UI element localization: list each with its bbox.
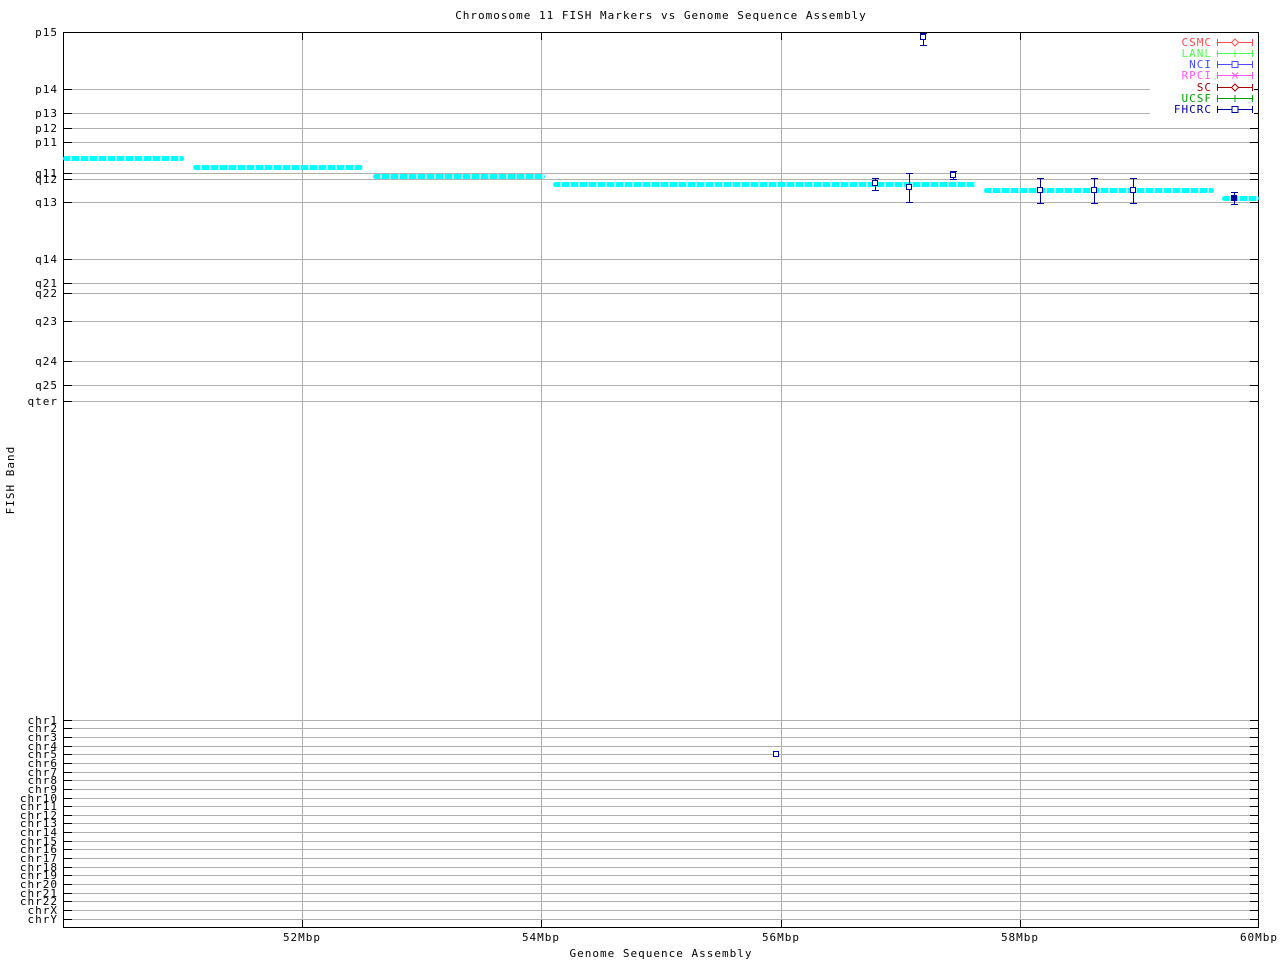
error-bar-cap [1130,203,1137,204]
legend-label: FHCRC [1173,103,1212,117]
fish-marker-point [1037,187,1043,193]
fish-marker-point [773,751,779,757]
band-segment [373,174,545,179]
fish-marker-point [1231,195,1237,201]
band-segment [984,188,1214,193]
band-segment [1222,196,1259,201]
error-bar-cap [872,178,879,179]
fish-marker-point [1091,187,1097,193]
error-bar-cap [906,173,913,174]
cross-errorbar-sample-icon [1217,72,1253,80]
error-bar-cap [872,190,879,191]
fish-marker-chart: Chromosome 11 FISH Markers vs Genome Seq… [0,0,1280,960]
band-segment [553,182,976,187]
error-bar-cap [1091,203,1098,204]
legend: CSMC LANL NCI RPCI SC UCSF FHCRC [1150,34,1254,118]
fish-marker-point [920,34,926,40]
legend-row-fhcrc: FHCRC [1150,104,1254,115]
x-axis-label: Genome Sequence Assembly [569,947,753,960]
band-segment [63,156,184,161]
diamond-open-errorbar-sample-icon [1217,83,1253,92]
error-bar-cap [1130,178,1137,179]
tick-errorbar-sample-icon [1217,49,1253,57]
square-open-errorbar-sample-icon [1217,61,1253,69]
legend-row-rpci: RPCI [1150,70,1254,81]
fish-marker-point [950,172,956,178]
error-bar-cap [1037,203,1044,204]
band-segment [193,165,363,170]
legend-row-csmc: CSMC [1150,37,1254,48]
error-bar-cap [1091,178,1098,179]
error-bar-cap [1231,204,1238,205]
diamond-open-errorbar-sample-icon [1217,37,1253,47]
tick-errorbar-sample-icon [1217,95,1253,103]
square-open-errorbar-sample-icon [1217,106,1253,114]
legend-label: CSMC [1181,35,1212,49]
legend-label: RPCI [1181,69,1212,83]
error-bar-cap [906,202,913,203]
fish-marker-point [872,180,878,186]
error-bar-cap [950,179,957,180]
error-bar-cap [1037,178,1044,179]
fish-marker-point [1130,187,1136,193]
fish-marker-point [906,184,912,190]
error-bar-cap [1231,192,1238,193]
error-bar-cap [920,45,927,46]
data-layer [0,0,1280,960]
